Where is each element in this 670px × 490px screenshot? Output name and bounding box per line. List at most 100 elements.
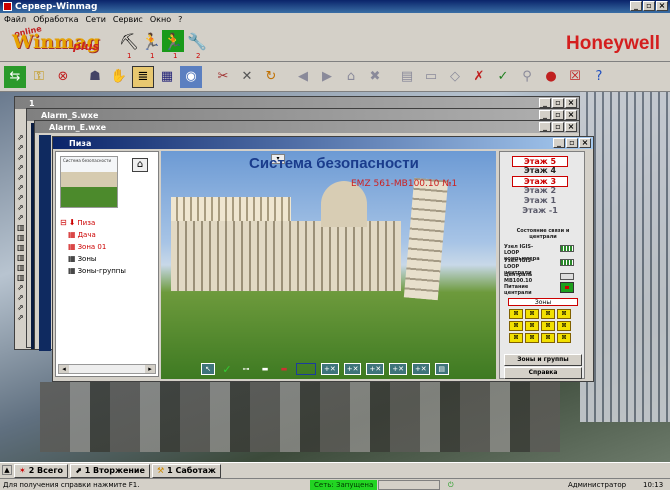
keypad-icon[interactable]: ▤ [434,363,449,375]
tree-label-dacha: Дача [77,230,96,239]
menu-help[interactable]: ? [178,15,182,24]
count-1: 1 [127,52,132,60]
forward-icon[interactable]: ▶ [316,66,338,88]
check-icon[interactable]: ✓ [220,363,234,376]
w1-close[interactable]: × [565,98,577,108]
w3-close[interactable]: × [565,122,577,132]
zone-icon[interactable]: ⊠ [557,333,571,343]
zone-icon[interactable]: ⊠ [525,333,539,343]
menu-file[interactable]: Файл [4,15,26,24]
collapse-up-icon[interactable]: ▲ [2,465,12,475]
refresh-icon[interactable]: ↻ [260,66,282,88]
zone-icon[interactable]: ⊠ [541,309,555,319]
zone-icon[interactable]: ⊠ [509,321,523,331]
zone-icon[interactable]: ⊠ [541,321,555,331]
restore-button[interactable]: ▫ [643,1,655,11]
exit-icon[interactable]: ⇆ [4,65,26,88]
search-icon[interactable]: ⚲ [516,66,538,88]
help-icon[interactable]: ? [588,66,610,88]
pisa-min[interactable]: _ [553,138,565,148]
zone-icon[interactable]: ⊠ [557,321,571,331]
minimize-button[interactable]: _ [630,1,642,11]
floor-4[interactable]: Этаж 4 [512,166,568,175]
device-icon[interactable]: ▬ [258,363,272,375]
window-alarm-e-titlebar[interactable]: Alarm_E.wxe _ ▫ × [35,121,579,133]
window-pisa-titlebar[interactable]: Пиза _ ▫ × [53,137,593,149]
tree-item-dacha[interactable]: ▦ Дача [68,230,96,239]
folder-icon[interactable]: ⌂ [340,66,362,88]
tag-icon[interactable]: ◇ [444,66,466,88]
zone-icon[interactable]: ⊠ [525,309,539,319]
tree-item-zone-groups[interactable]: ▦ Зоны-группы [68,266,126,275]
hand-icon[interactable]: ✋ [108,66,130,88]
floor-minus1[interactable]: Этаж -1 [512,206,568,215]
w1-max[interactable]: ▫ [552,98,564,108]
key-icon[interactable]: ⚿ [28,66,50,88]
tree-item-zones[interactable]: ▦ Зоны [68,254,96,263]
w2-min[interactable]: _ [539,110,551,120]
close-red-icon[interactable]: ☒ [564,66,586,88]
arm-icon-5[interactable]: +✕ [411,363,430,375]
zone-icon[interactable]: ⊠ [557,309,571,319]
camera-icon[interactable]: ◉ [180,65,202,88]
w2-max[interactable]: ▫ [552,110,564,120]
users-icon[interactable]: ☗ [84,66,106,88]
help-button[interactable]: Справка [504,367,582,379]
tag-x-icon[interactable]: ✗ [468,66,490,88]
back-icon[interactable]: ◀ [292,66,314,88]
zone-icon[interactable]: ⊠ [525,321,539,331]
grid-icon[interactable]: ▦ [156,66,178,88]
home-icon[interactable]: ⌂ [132,158,148,172]
tab-total[interactable]: ✶ 2 Всего [14,463,68,478]
close-button[interactable]: × [656,1,668,11]
table-icon[interactable]: ▤ [396,66,418,88]
site-plan-photo[interactable]: ▾ Система безопасности EMZ 561-MB100.10 … [161,151,496,379]
cancel-icon[interactable]: ⊗ [52,66,74,88]
floor-1[interactable]: Этаж 1 [512,196,568,205]
tab-intrusion[interactable]: ⬈ 1 Вторжение [70,463,150,478]
w2-close[interactable]: × [565,110,577,120]
wrench-icon[interactable]: ✕ [236,66,258,88]
scroll-right-icon[interactable]: ▸ [145,365,155,373]
alarm-device-icon[interactable]: ▬ [277,363,291,375]
zones-and-groups-button[interactable]: Зоны и группы [504,354,582,366]
tree-item-zone01[interactable]: ▦ Зона 01 [68,242,106,251]
pickaxe-icon[interactable]: ⛏ [118,30,140,52]
zone-icon[interactable]: ⊠ [541,333,555,343]
scroll-left-icon[interactable]: ◂ [59,365,69,373]
pointer-icon[interactable]: ↖ [201,363,215,375]
traffic-light-icon[interactable]: ● [540,66,562,88]
runner-gray-icon[interactable]: 🏃 [140,30,162,52]
arm-icon-2[interactable]: +✕ [343,363,362,375]
tools-icon[interactable]: ✂ [212,66,234,88]
arm-icon-1[interactable]: +✕ [321,363,339,375]
delete-icon[interactable]: ✖ [364,66,386,88]
frame-icon[interactable] [296,363,316,375]
arm-icon-3[interactable]: +✕ [366,363,385,375]
floor-2[interactable]: Этаж 2 [512,186,568,195]
pisa-max[interactable]: ▫ [566,138,578,148]
tab-sabotage[interactable]: ⚒ 1 Саботаж [151,463,221,478]
card-icon[interactable]: ▭ [420,66,442,88]
menu-processing[interactable]: Обработка [33,15,78,24]
menu-networks[interactable]: Сети [86,15,106,24]
runner-green-icon[interactable]: 🏃 [162,30,184,52]
expand-icon[interactable]: ⊟ [60,218,67,227]
menu-service[interactable]: Сервис [113,15,143,24]
arm-icon-4[interactable]: +✕ [389,363,407,375]
w3-max[interactable]: ▫ [552,122,564,132]
menu-window[interactable]: Окно [150,15,171,24]
horizontal-scrollbar[interactable]: ◂ ▸ [58,364,156,374]
w3-min[interactable]: _ [539,122,551,132]
site-thumbnail[interactable]: Система безопасности [60,156,118,208]
zone-icon[interactable]: ⊠ [509,309,523,319]
tree-label-zones: Зоны [77,254,97,263]
pisa-close[interactable]: × [579,138,591,148]
camera-link-icon[interactable]: ⊶ [239,363,253,375]
zone-icon[interactable]: ⊠ [509,333,523,343]
w1-min[interactable]: _ [539,98,551,108]
list-icon[interactable]: ≣ [132,65,154,88]
key-tool-icon[interactable]: 🔧 [186,30,208,52]
tag-check-icon[interactable]: ✓ [492,66,514,88]
tree-item-pisa[interactable]: ⊟ ⬇ Пиза [60,218,95,227]
